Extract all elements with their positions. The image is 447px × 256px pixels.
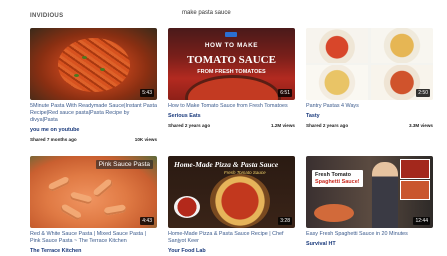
view-count: 3.3M views [408,123,433,128]
penne-image [47,175,71,193]
thumbnail-text: Fresh Tomato Sauce [224,170,266,175]
shared-date: Shared 7 months ago [30,137,77,142]
view-count: 1.2M views [270,123,295,128]
video-meta: Shared 2 years ago 3.3M views [306,123,433,128]
video-duration: 3:28 [278,217,292,225]
pasta-dish-image [58,38,130,92]
sauce-pot-image [188,78,278,100]
search-input[interactable]: make pasta sauce [182,10,231,16]
penne-image [59,203,83,221]
pasta-dish-image [371,28,433,63]
video-card[interactable]: Pink Sauce Pasta 4:43 Red & White Sauce … [30,156,157,254]
video-duration: 12:44 [413,217,430,225]
video-thumbnail[interactable]: Pink Sauce Pasta 4:43 [30,156,157,228]
channel-name[interactable]: Survival HT [306,241,433,247]
video-thumbnail[interactable]: 2:50 [306,28,433,100]
thumbnail-text: Pink Sauce Pasta [95,160,153,169]
pizza-image [210,174,270,228]
video-duration: 4:43 [140,217,154,225]
garnish [100,68,105,71]
sauce-bowl-image [174,196,200,218]
site-logo[interactable]: INVIDIOUS [30,13,63,19]
video-title[interactable]: Home-Made Pizza & Pasta Sauce Recipe | C… [168,231,295,245]
video-card[interactable]: Home-Made Pizza & Pasta Sauce Fresh Toma… [168,156,295,254]
video-thumbnail[interactable]: Fresh Tomato Spaghetti Sauce! 12:44 [306,156,433,228]
garnish [82,56,87,59]
thumbnail-text: Spaghetti Sauce! [315,178,360,185]
video-card[interactable]: 5:43 5Minute Pasta With Readymade Sauce|… [30,28,157,142]
pasta-dish-image [306,65,368,100]
video-meta: Shared 7 months ago 10K views [30,137,157,142]
thumbnail-label: Fresh Tomato Spaghetti Sauce! [312,170,363,187]
video-card[interactable]: Fresh Tomato Spaghetti Sauce! 12:44 Easy… [306,156,433,247]
presenter-image [372,162,398,228]
penne-image [69,191,93,205]
channel-name[interactable]: The Terrace Kitchen [30,248,157,254]
inset-image [400,180,430,200]
penne-image [103,204,127,216]
pasta-dish-image [306,28,368,63]
channel-name[interactable]: you me on youtube [30,127,157,133]
channel-name[interactable]: Your Food Lab [168,248,295,254]
publisher-badge-icon [225,32,237,37]
video-title[interactable]: How to Make Tomato Sauce from Fresh Toma… [168,103,295,110]
thumbnail-text: Home-Made Pizza & Pasta Sauce [174,160,279,169]
inset-image [400,159,430,179]
thumbnail-text: HOW TO MAKE [204,42,259,49]
top-bar: INVIDIOUS make pasta sauce [30,10,426,22]
video-duration: 5:43 [140,89,154,97]
search-results-page: INVIDIOUS make pasta sauce 5:43 5Minute … [14,0,434,256]
video-thumbnail[interactable]: HOW TO MAKE TOMATO SAUCE FROM FRESH TOMA… [168,28,295,100]
shared-date: Shared 2 years ago [168,123,211,128]
video-duration: 2:50 [416,89,430,97]
video-title[interactable]: 5Minute Pasta With Readymade Sauce|Insta… [30,103,157,124]
video-meta: Shared 2 years ago 1.2M views [168,123,295,128]
view-count: 10K views [134,137,157,142]
channel-name[interactable]: Serious Eats [168,113,295,119]
penne-image [92,177,114,199]
video-title[interactable]: Pantry Pastas 4 Ways [306,103,433,110]
thumbnail-text: TOMATO SAUCE [187,54,276,66]
sauce-bowl-image [314,204,354,222]
video-title[interactable]: Easy Fresh Spaghetti Sauce in 20 Minutes [306,231,433,238]
video-card[interactable]: HOW TO MAKE TOMATO SAUCE FROM FRESH TOMA… [168,28,295,128]
channel-name[interactable]: Tasty [306,113,433,119]
video-duration: 6:51 [278,89,292,97]
thumbnail-text: FROM FRESH TOMATOES [197,69,266,75]
video-title[interactable]: Red & White Sauce Pasta | Mixed Sauce Pa… [30,231,157,245]
shared-date: Shared 2 years ago [306,123,349,128]
garnish [74,74,79,77]
video-card[interactable]: 2:50 Pantry Pastas 4 Ways Tasty Shared 2… [306,28,433,128]
video-thumbnail[interactable]: 5:43 [30,28,157,100]
video-thumbnail[interactable]: Home-Made Pizza & Pasta Sauce Fresh Toma… [168,156,295,228]
